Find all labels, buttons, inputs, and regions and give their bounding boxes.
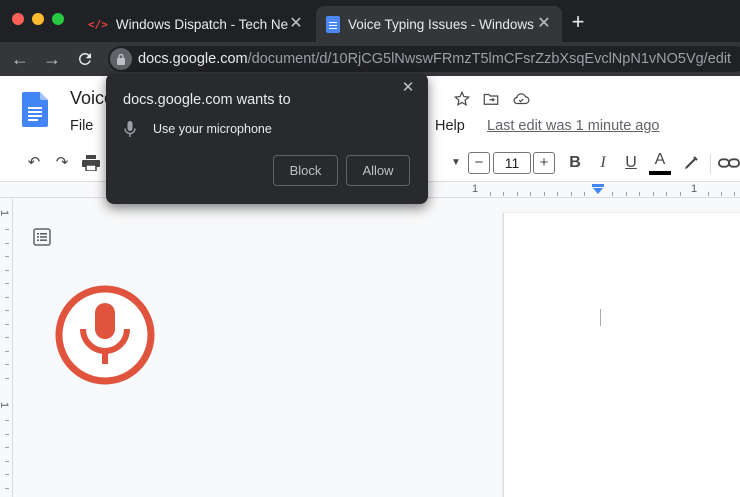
tab-close-icon[interactable]: ✕: [536, 16, 552, 32]
docs-logo-icon[interactable]: [22, 92, 48, 127]
ruler-number: 1: [691, 183, 698, 195]
tab-close-icon[interactable]: ✕: [288, 16, 304, 32]
italic-button[interactable]: I: [593, 153, 613, 173]
toolbar-divider: [710, 154, 711, 174]
window-minimize-button[interactable]: [32, 13, 44, 25]
window-maximize-button[interactable]: [52, 13, 64, 25]
address-bar[interactable]: docs.google.com/document/d/10RjCG5lNwswF…: [108, 46, 740, 72]
star-icon[interactable]: [453, 90, 471, 108]
menu-help[interactable]: Help: [435, 118, 465, 134]
block-button[interactable]: Block: [273, 155, 338, 186]
vertical-ruler[interactable]: 1 1: [0, 199, 13, 497]
font-dropdown-arrow-icon[interactable]: ▼: [446, 153, 466, 173]
code-icon: </>: [88, 17, 108, 31]
move-to-folder-icon[interactable]: [482, 90, 500, 108]
decrease-font-size-button[interactable]: −: [468, 152, 490, 174]
docs-icon: [326, 15, 340, 33]
window-close-button[interactable]: [12, 13, 24, 25]
document-outline-icon[interactable]: [33, 228, 51, 246]
ruler-number: 1: [472, 183, 479, 195]
text-cursor: [600, 309, 601, 326]
tab-title: Windows Dispatch - Tech News: [115, 16, 288, 32]
permission-popup: docs.google.com wants to ✕ Use your micr…: [106, 73, 428, 204]
back-arrow-icon[interactable]: ←: [8, 47, 32, 71]
new-tab-button[interactable]: +: [568, 10, 588, 34]
vruler-number: 1: [0, 402, 10, 408]
reload-icon[interactable]: [73, 47, 97, 71]
voice-typing-microphone-icon[interactable]: [54, 284, 156, 386]
microphone-icon: [124, 121, 136, 137]
permission-text: Use your microphone: [153, 122, 272, 136]
text-color-swatch: [649, 171, 671, 175]
permission-row: Use your microphone: [123, 121, 272, 137]
last-edit-link[interactable]: Last edit was 1 minute ago: [487, 118, 660, 134]
highlight-pen-icon[interactable]: [682, 154, 700, 172]
popup-title: docs.google.com wants to: [123, 92, 291, 108]
text-color-button[interactable]: A: [650, 150, 670, 170]
indent-marker-icon[interactable]: [592, 184, 604, 194]
forward-arrow-icon[interactable]: →: [40, 47, 64, 71]
print-icon[interactable]: [82, 155, 100, 171]
tab-voice-typing-issues[interactable]: Voice Typing Issues - Windows ✕: [316, 6, 562, 42]
cloud-saved-icon[interactable]: [512, 90, 530, 108]
bold-button[interactable]: B: [565, 153, 585, 173]
lock-icon[interactable]: [110, 48, 132, 70]
link-icon[interactable]: [718, 155, 740, 171]
undo-icon[interactable]: ↶: [24, 153, 44, 173]
underline-button[interactable]: U: [621, 153, 641, 173]
vruler-number: 1: [0, 210, 10, 216]
document-page[interactable]: [503, 213, 740, 497]
redo-icon[interactable]: ↷: [52, 153, 72, 173]
browser-window: </> Windows Dispatch - Tech News ✕ Voice…: [0, 0, 740, 497]
increase-font-size-button[interactable]: +: [533, 152, 555, 174]
tab-strip: </> Windows Dispatch - Tech News ✕ Voice…: [0, 0, 740, 42]
menu-file[interactable]: File: [70, 118, 93, 134]
tab-title: Voice Typing Issues - Windows: [348, 16, 534, 32]
allow-button[interactable]: Allow: [346, 155, 410, 186]
font-size-input[interactable]: 11: [493, 152, 531, 174]
browser-toolbar: ← → docs.google.com/document/d/10RjCG5lN…: [0, 42, 740, 76]
tab-windows-dispatch[interactable]: </> Windows Dispatch - Tech News ✕: [78, 6, 314, 42]
url-text: docs.google.com/document/d/10RjCG5lNwswF…: [138, 51, 732, 67]
close-icon[interactable]: ✕: [400, 80, 416, 96]
